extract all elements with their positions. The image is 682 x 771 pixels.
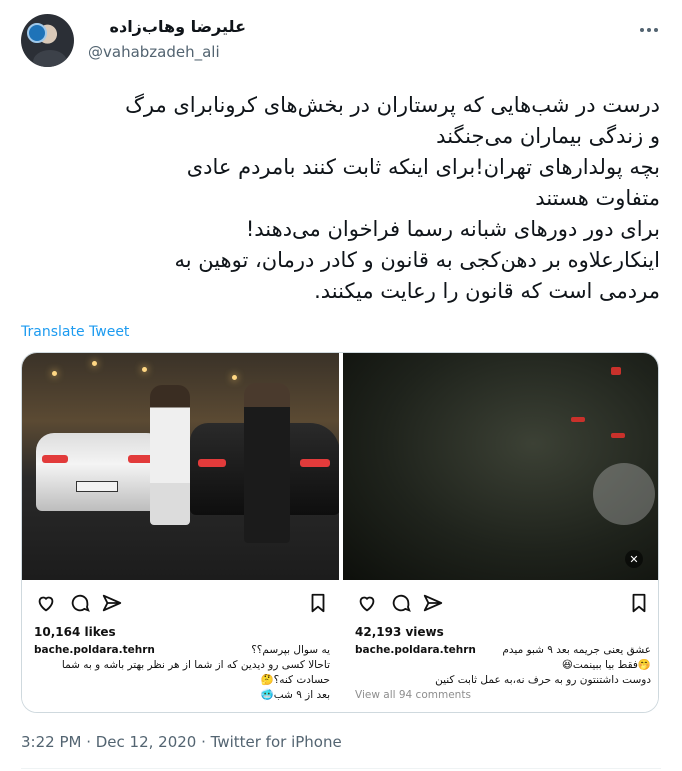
avatar-logo-icon [27, 23, 47, 43]
post-actions [355, 591, 649, 615]
translate-tweet-link[interactable]: Translate Tweet [21, 324, 129, 340]
view-all-comments-link[interactable]: View all 94 comments [355, 689, 471, 701]
mute-icon[interactable]: ✕ [625, 550, 643, 568]
tweet-line: اینکارعلاوه بر دهن‌کجی به قانون و کادر د… [174, 248, 660, 272]
more-dots-icon[interactable] [636, 20, 662, 40]
tweet-line: متفاوت هستند [535, 186, 660, 210]
post-username[interactable]: bache.poldara.tehrn [34, 643, 155, 658]
tweet-line: مردمی است که قانون را رعایت میکنند. [314, 279, 660, 303]
post-actions [34, 591, 328, 615]
caption-text: تاحالا کسی رو دیدین که از شما از هر نظر … [61, 659, 330, 671]
post-caption: bache.poldara.tehrn عشق یعنی جریمه بعد ۹… [355, 643, 651, 703]
car-interior-video[interactable]: ✕ [343, 353, 658, 580]
caption-text: 🤭فقط بیا ببینمت😆 [561, 659, 651, 671]
person-dark-suit [244, 383, 290, 543]
caption-text: بعد از ۹ شب🥶 [260, 689, 330, 701]
avatar[interactable] [21, 14, 74, 67]
instagram-post-left[interactable]: 10,164 likes bache.poldara.tehrn یه سوال… [22, 353, 339, 712]
caption-text: یه سوال بپرسم؟؟ [251, 644, 330, 656]
street-photo[interactable] [22, 353, 339, 580]
send-icon[interactable] [421, 591, 445, 615]
instagram-post-right[interactable]: ✕ 42,193 views bache.poldara.tehrn عشق ی… [343, 353, 658, 712]
comment-icon[interactable] [68, 591, 92, 615]
bookmark-icon[interactable] [627, 591, 651, 615]
tweet-line: درست در شب‌هایی که پرستاران در بخش‌های ک… [125, 93, 660, 117]
tweet-text: درست در شب‌هایی که پرستاران در بخش‌های ک… [20, 90, 660, 307]
send-icon[interactable] [100, 591, 124, 615]
post-username[interactable]: bache.poldara.tehrn [355, 643, 476, 658]
media-grid[interactable]: 10,164 likes bache.poldara.tehrn یه سوال… [21, 352, 659, 713]
heart-icon[interactable] [34, 591, 58, 615]
caption-text: عشق یعنی جریمه بعد ۹ شبو میدم [502, 644, 651, 656]
watermark-logo [593, 463, 655, 525]
views-count: 42,193 views [355, 625, 444, 639]
tweet-timestamp[interactable]: 3:22 PM · Dec 12, 2020 · Twitter for iPh… [21, 733, 342, 751]
tweet-line: و زندگی بیماران می‌جنگند [436, 124, 660, 148]
tweet-line: بچه پولدارهای تهران!برای اینکه ثابت کنند… [186, 155, 660, 179]
user-display-name[interactable]: علیرضا وهاب‌زاده [110, 17, 246, 36]
bookmark-icon[interactable] [306, 591, 330, 615]
tweet: علیرضا وهاب‌زاده @vahabzadeh_ali درست در… [0, 0, 682, 771]
heart-icon[interactable] [355, 591, 379, 615]
caption-text: دوست داشتنتون رو به حرف نه،به عمل ثابت ک… [435, 674, 651, 686]
person-white-suit [150, 385, 190, 525]
caption-text: حسادت کنه؟🤔 [260, 674, 330, 686]
likes-count: 10,164 likes [34, 625, 116, 639]
tweet-line: برای دور دورهای شبانه رسما فراخوان می‌ده… [245, 217, 660, 241]
comment-icon[interactable] [389, 591, 413, 615]
post-caption: bache.poldara.tehrn یه سوال بپرسم؟؟ تاحا… [34, 643, 330, 703]
user-handle[interactable]: @vahabzadeh_ali [88, 43, 220, 61]
